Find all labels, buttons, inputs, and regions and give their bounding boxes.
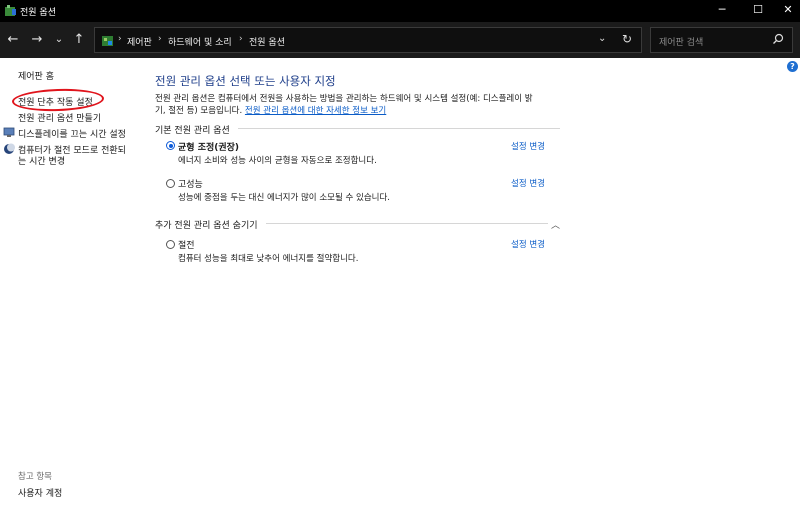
description-line2: 기, 절전 등) 모음입니다.: [155, 106, 245, 116]
breadcrumb-separator-icon: ›: [239, 34, 243, 44]
radio-power-saver[interactable]: [166, 240, 175, 249]
radio-high-performance[interactable]: [166, 179, 175, 188]
sidebar-item-display-off-time[interactable]: 디스플레이를 끄는 시간 설정: [18, 127, 126, 140]
additional-plans-toggle[interactable]: 추가 전원 관리 옵션 숨기기: [155, 218, 258, 231]
monitor-icon: [3, 127, 15, 137]
forward-arrow-icon: →: [31, 32, 43, 47]
plan-name-balanced[interactable]: 균형 조정(권장): [178, 140, 239, 153]
address-bar[interactable]: › 제어판 › 하드웨어 및 소리 › 전원 옵션 ⌄ ↻: [94, 27, 642, 53]
moon-icon: [4, 143, 15, 154]
breadcrumb-separator-icon: ›: [118, 34, 122, 44]
breadcrumb-power-options[interactable]: 전원 옵션: [249, 35, 285, 48]
change-settings-link-balanced[interactable]: 설정 변경: [511, 140, 545, 152]
see-also-heading: 참고 항목: [18, 472, 52, 482]
sidebar-item-user-accounts[interactable]: 사용자 계정: [18, 486, 62, 499]
maximize-icon: ☐: [753, 3, 763, 16]
description-line1: 전원 관리 옵션은 컴퓨터에서 전원을 사용하는 방법을 관리하는 하드웨어 및…: [155, 94, 533, 104]
control-panel-icon: [102, 36, 113, 46]
plan-desc-balanced: 에너지 소비와 성능 사이의 균형을 자동으로 조정합니다.: [178, 156, 377, 166]
search-box[interactable]: 제어판 검색: [650, 27, 793, 53]
sidebar-item-sleep-time-line2[interactable]: 는 시간 변경: [18, 154, 65, 167]
back-arrow-icon: ←: [7, 32, 19, 47]
close-button[interactable]: ✕: [770, 0, 800, 22]
plan-desc-power-saver: 컴퓨터 성능을 최대로 낮추어 에너지를 절약합니다.: [178, 254, 359, 264]
more-info-link[interactable]: 전원 관리 옵션에 대한 자세한 정보 보기: [245, 106, 386, 116]
preferred-plans-heading: 기본 전원 관리 옵션: [155, 126, 230, 136]
help-icon[interactable]: ?: [787, 61, 798, 72]
window-title: 전원 옵션: [20, 8, 56, 18]
section-divider: [238, 128, 560, 129]
minimize-button[interactable]: ─: [704, 0, 740, 22]
radio-balanced[interactable]: [166, 141, 175, 150]
page-description: 전원 관리 옵션은 컴퓨터에서 전원을 사용하는 방법을 관리하는 하드웨어 및…: [155, 93, 565, 117]
back-button[interactable]: ←: [4, 31, 22, 49]
sidebar-item-create-power-plan[interactable]: 전원 관리 옵션 만들기: [18, 111, 101, 124]
plan-desc-high-performance: 성능에 중점을 두는 대신 에너지가 많이 소모될 수 있습니다.: [178, 193, 390, 203]
page-title: 전원 관리 옵션 선택 또는 사용자 지정: [155, 74, 336, 88]
recent-locations-button[interactable]: ⌄: [50, 31, 68, 49]
plan-name-power-saver[interactable]: 절전: [178, 238, 195, 251]
change-settings-link-power-saver[interactable]: 설정 변경: [511, 238, 545, 250]
red-circle-annotation: [11, 87, 105, 113]
close-icon: ✕: [783, 3, 793, 16]
breadcrumb-hardware-sound[interactable]: 하드웨어 및 소리: [168, 35, 232, 48]
change-settings-link-high-performance[interactable]: 설정 변경: [511, 177, 545, 189]
title-bar: 전원 옵션 ─ ☐ ✕: [0, 0, 800, 22]
address-dropdown-icon[interactable]: ⌄: [598, 33, 606, 44]
power-options-app-icon: [5, 5, 16, 16]
up-arrow-icon: ↑: [73, 32, 85, 47]
search-icon[interactable]: [772, 33, 784, 45]
navigation-bar: ← → ⌄ ↑ › 제어판 › 하드웨어 및 소리 › 전원 옵션 ⌄ ↻ 제어…: [0, 22, 800, 58]
up-button[interactable]: ↑: [70, 31, 88, 49]
sidebar-item-control-panel-home[interactable]: 제어판 홈: [18, 69, 54, 82]
breadcrumb-control-panel[interactable]: 제어판: [127, 35, 152, 48]
search-placeholder: 제어판 검색: [659, 38, 704, 48]
forward-button[interactable]: →: [28, 31, 46, 49]
minimize-icon: ─: [718, 3, 726, 16]
chevron-up-icon[interactable]: ︿: [551, 218, 560, 231]
chevron-down-icon: ⌄: [54, 34, 64, 45]
breadcrumb-separator-icon: ›: [158, 34, 162, 44]
plan-name-high-performance[interactable]: 고성능: [178, 177, 203, 190]
refresh-icon[interactable]: ↻: [622, 32, 632, 46]
section-divider: [266, 223, 548, 224]
